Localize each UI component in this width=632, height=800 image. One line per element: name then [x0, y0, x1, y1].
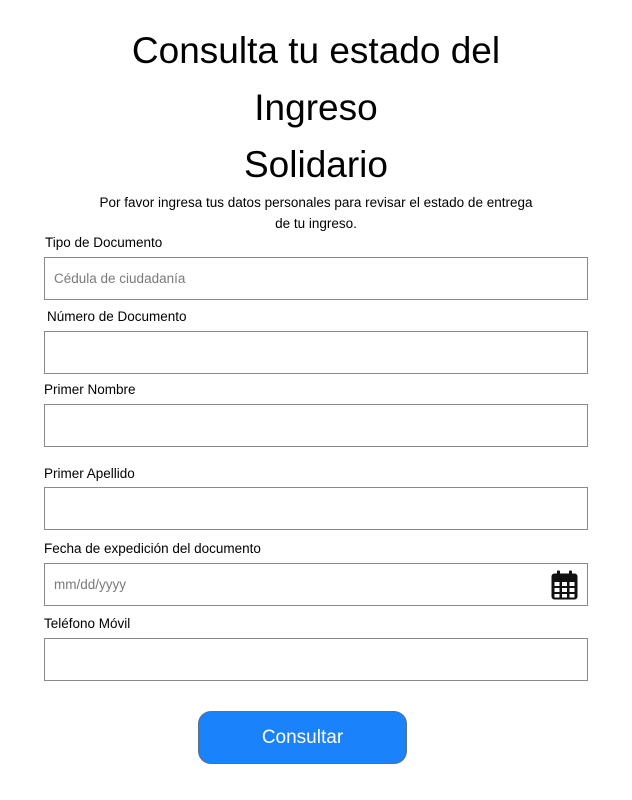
first-surname-label: Primer Apellido — [44, 466, 135, 481]
page-title: Consulta tu estado del Ingreso Solidario — [0, 22, 632, 193]
calendar-icon[interactable] — [551, 570, 578, 600]
page-subtitle: Por favor ingresa tus datos personales p… — [86, 192, 546, 234]
page-subtitle-line: Por favor ingresa tus datos personales p… — [99, 195, 533, 210]
document-type-field — [44, 257, 588, 300]
first-name-input[interactable] — [45, 405, 587, 446]
first-name-label: Primer Nombre — [44, 382, 136, 397]
mobile-phone-input[interactable] — [45, 639, 587, 680]
document-type-input[interactable] — [45, 258, 587, 299]
document-number-field — [44, 331, 588, 374]
issue-date-field — [44, 563, 588, 606]
issue-date-input[interactable] — [45, 564, 587, 605]
issue-date-label: Fecha de expedición del documento — [44, 541, 261, 556]
document-type-label: Tipo de Documento — [45, 235, 163, 250]
document-number-label: Número de Documento — [47, 309, 187, 324]
page-title-line: Ingreso — [254, 87, 378, 128]
page-title-line: Solidario — [244, 144, 388, 185]
first-name-field — [44, 404, 588, 447]
mobile-phone-label: Teléfono Móvil — [44, 616, 131, 631]
page-title-line: Consulta tu estado del — [131, 30, 501, 71]
page-subtitle-line: de tu ingreso. — [275, 216, 357, 231]
first-surname-input[interactable] — [45, 488, 587, 529]
document-number-input[interactable] — [45, 332, 587, 373]
mobile-phone-field — [44, 638, 588, 681]
submit-button[interactable]: Consultar — [198, 711, 407, 764]
first-surname-field — [44, 487, 588, 530]
